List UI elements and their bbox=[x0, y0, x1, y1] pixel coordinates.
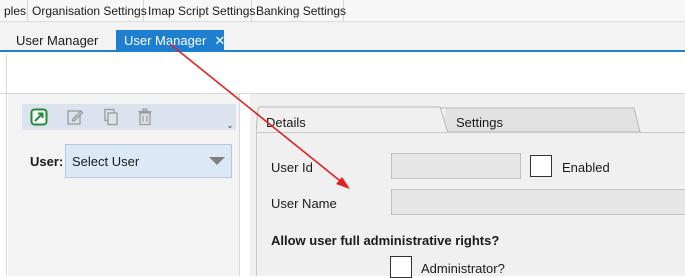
user-select-value: Select User bbox=[72, 154, 140, 169]
document-tab-strip: User Manager User Manager ✕ bbox=[0, 22, 685, 52]
user-id-label: User Id bbox=[271, 160, 313, 175]
panel-gap bbox=[240, 94, 250, 276]
user-name-field[interactable] bbox=[391, 189, 685, 215]
copy-icon[interactable] bbox=[102, 108, 120, 126]
admin-rights-heading: Allow user full administrative rights? bbox=[271, 233, 500, 248]
administrator-checkbox[interactable] bbox=[390, 256, 412, 278]
user-name-label: User Name bbox=[271, 196, 337, 211]
user-id-field[interactable] bbox=[391, 153, 521, 179]
delete-icon[interactable] bbox=[136, 108, 154, 126]
tab-settings[interactable]: Settings bbox=[456, 115, 503, 130]
toolbar-band bbox=[0, 54, 685, 94]
edit-icon[interactable] bbox=[66, 108, 84, 126]
user-toolbar bbox=[22, 104, 236, 130]
menu-item-partial[interactable]: ples bbox=[0, 0, 28, 22]
export-icon[interactable] bbox=[30, 108, 48, 126]
close-icon[interactable]: ✕ bbox=[214, 30, 225, 52]
administrator-label: Administrator? bbox=[421, 261, 505, 276]
menu-item-organisation-settings[interactable]: Organisation Settings bbox=[28, 0, 147, 22]
menu-item-banking-settings[interactable]: Banking Settings bbox=[252, 0, 346, 22]
tab-details[interactable]: Details bbox=[266, 115, 306, 130]
tab-label: User Manager bbox=[124, 33, 207, 48]
tab-user-manager-1[interactable]: User Manager bbox=[8, 30, 106, 52]
settings-menu-bar: ples Organisation Settings Imap Script S… bbox=[0, 0, 685, 22]
menu-item-imap-script-settings[interactable]: Imap Script Settings bbox=[144, 0, 255, 22]
tab-label: User Manager bbox=[16, 33, 99, 48]
enabled-checkbox[interactable] bbox=[530, 155, 552, 177]
chevron-down-icon bbox=[209, 157, 225, 165]
enabled-label: Enabled bbox=[562, 160, 610, 175]
toolbar-overflow-icon[interactable]: ⌄ bbox=[225, 120, 235, 130]
user-select-dropdown[interactable]: Select User bbox=[65, 144, 232, 178]
user-label: User: bbox=[30, 154, 64, 169]
tab-user-manager-2[interactable]: User Manager ✕ bbox=[116, 30, 225, 52]
divider bbox=[6, 54, 7, 276]
